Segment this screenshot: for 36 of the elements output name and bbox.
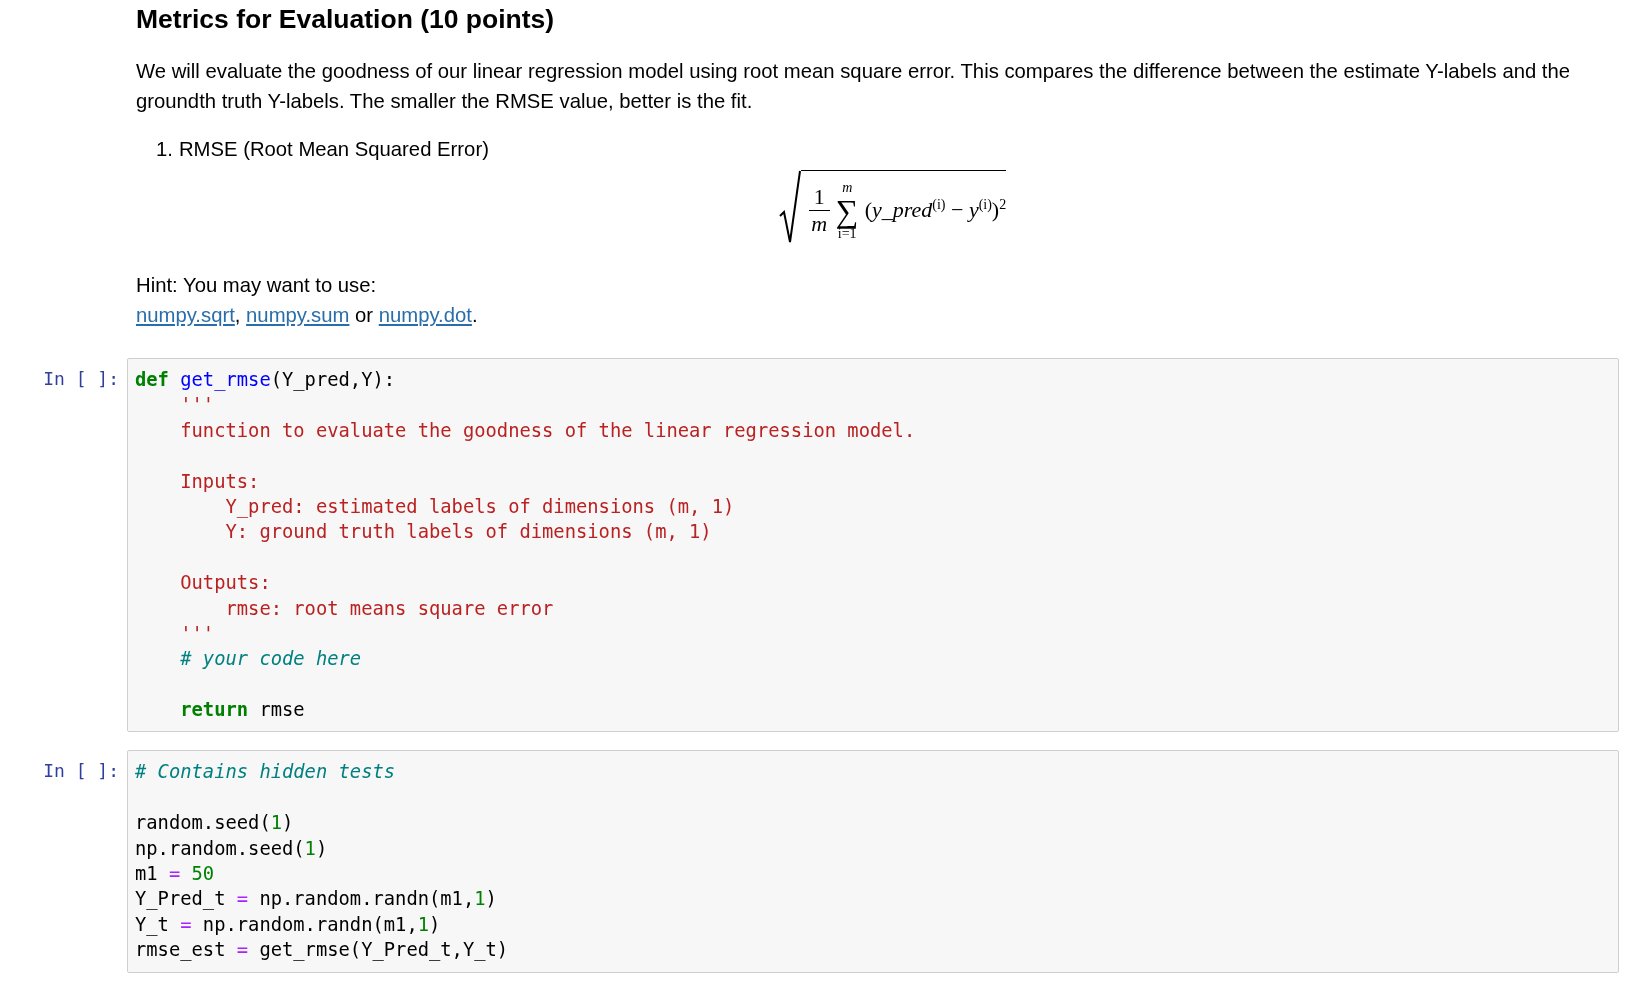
code-line: function to evaluate the goodness of the linear regression model.	[179, 419, 916, 441]
input-prompt: In [ ]:	[42, 759, 120, 784]
code-line: Outputs:	[179, 572, 271, 594]
code-line: m1 = 50	[135, 863, 215, 885]
code-line: Y_t = np.random.randn(m1,1)	[135, 913, 441, 935]
fraction-denominator: m	[811, 211, 828, 237]
code-line: rmse_est = get_rmse(Y_Pred_t,Y_t)	[135, 939, 509, 961]
section-heading: Metrics for Evaluation (10 points)	[136, 3, 556, 36]
input-prompt: In [ ]:	[42, 367, 120, 391]
code-line: np.random.seed(1)	[135, 837, 328, 859]
code-line: Y_Pred_t = np.random.randn(m1,1)	[135, 888, 497, 910]
sum-upper-limit: m	[842, 180, 853, 195]
code-line: def get_rmse(Y_pred,Y):	[135, 369, 396, 390]
list-item-text: RMSE (Root Mean Squared Error)	[178, 137, 489, 162]
code-line: '''	[179, 394, 215, 416]
code-line: Y: ground truth labels of dimensions (m, 1)	[224, 521, 712, 543]
sum-sign: ∑	[835, 194, 859, 227]
description-paragraph: We will evaluate the goodness of our linear regression model using root mean square error. This compares the difference between the estimate Y-labels and the groundth truth Y-labels. The smaller the RMSE value, better is the fit.	[136, 59, 1572, 114]
fraction-numerator: 1	[808, 184, 830, 211]
doc-link[interactable]: numpy.sqrt	[136, 304, 235, 326]
code-line: return rmse	[179, 699, 305, 721]
code-line: Inputs:	[179, 470, 260, 492]
code-line: Y_pred: estimated labels of dimensions (m, 1)	[224, 495, 735, 517]
doc-link[interactable]: numpy.sum	[246, 304, 350, 326]
code-cell[interactable]: # Contains hidden tests random.seed(1) np.random.seed(1) m1 = 50 Y_Pred_t = np.random.randn(m1,1) Y_t = np.random.randn(m1,1) rmse_est = get_rmse(Y_Pred_t,Y_t)	[127, 750, 1619, 973]
code-line: random.seed(1)	[135, 812, 294, 834]
code-line: # Contains hidden tests	[135, 761, 396, 783]
doc-link[interactable]: numpy.dot	[378, 304, 472, 326]
hint-text: Hint: You may want to use:	[136, 274, 377, 296]
code-line: # your code here	[179, 648, 362, 670]
formula-expression: (y_pred$^{(i)}$ − y$^{(i)}$)$^{2}$	[864, 197, 1007, 224]
code-cell[interactable]	[127, 358, 1619, 733]
list-number: 1.	[156, 137, 173, 162]
hint-links-text: numpy.sqrt, numpy.sum or numpy.dot.	[136, 304, 478, 326]
code-line: rmse: root means square error	[224, 597, 554, 619]
code-line: '''	[179, 622, 215, 644]
